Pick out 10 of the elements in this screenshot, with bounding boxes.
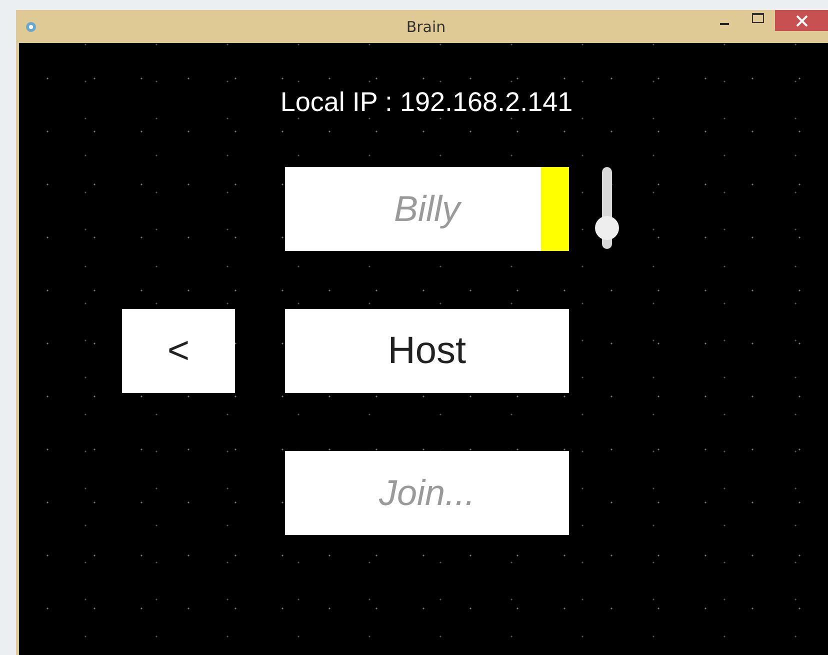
name-input-field[interactable]: Billy [285, 167, 541, 251]
window-title: Brain [405, 18, 447, 36]
close-button[interactable] [775, 10, 828, 31]
join-input-field[interactable]: Join... [285, 451, 569, 535]
local-ip-label: Local IP : 192.168.2.141 [279, 86, 574, 118]
color-slider[interactable] [595, 167, 619, 249]
close-icon [796, 14, 808, 26]
host-button[interactable]: Host [285, 309, 569, 393]
app-icon [26, 22, 36, 32]
back-button[interactable]: < [122, 309, 235, 393]
